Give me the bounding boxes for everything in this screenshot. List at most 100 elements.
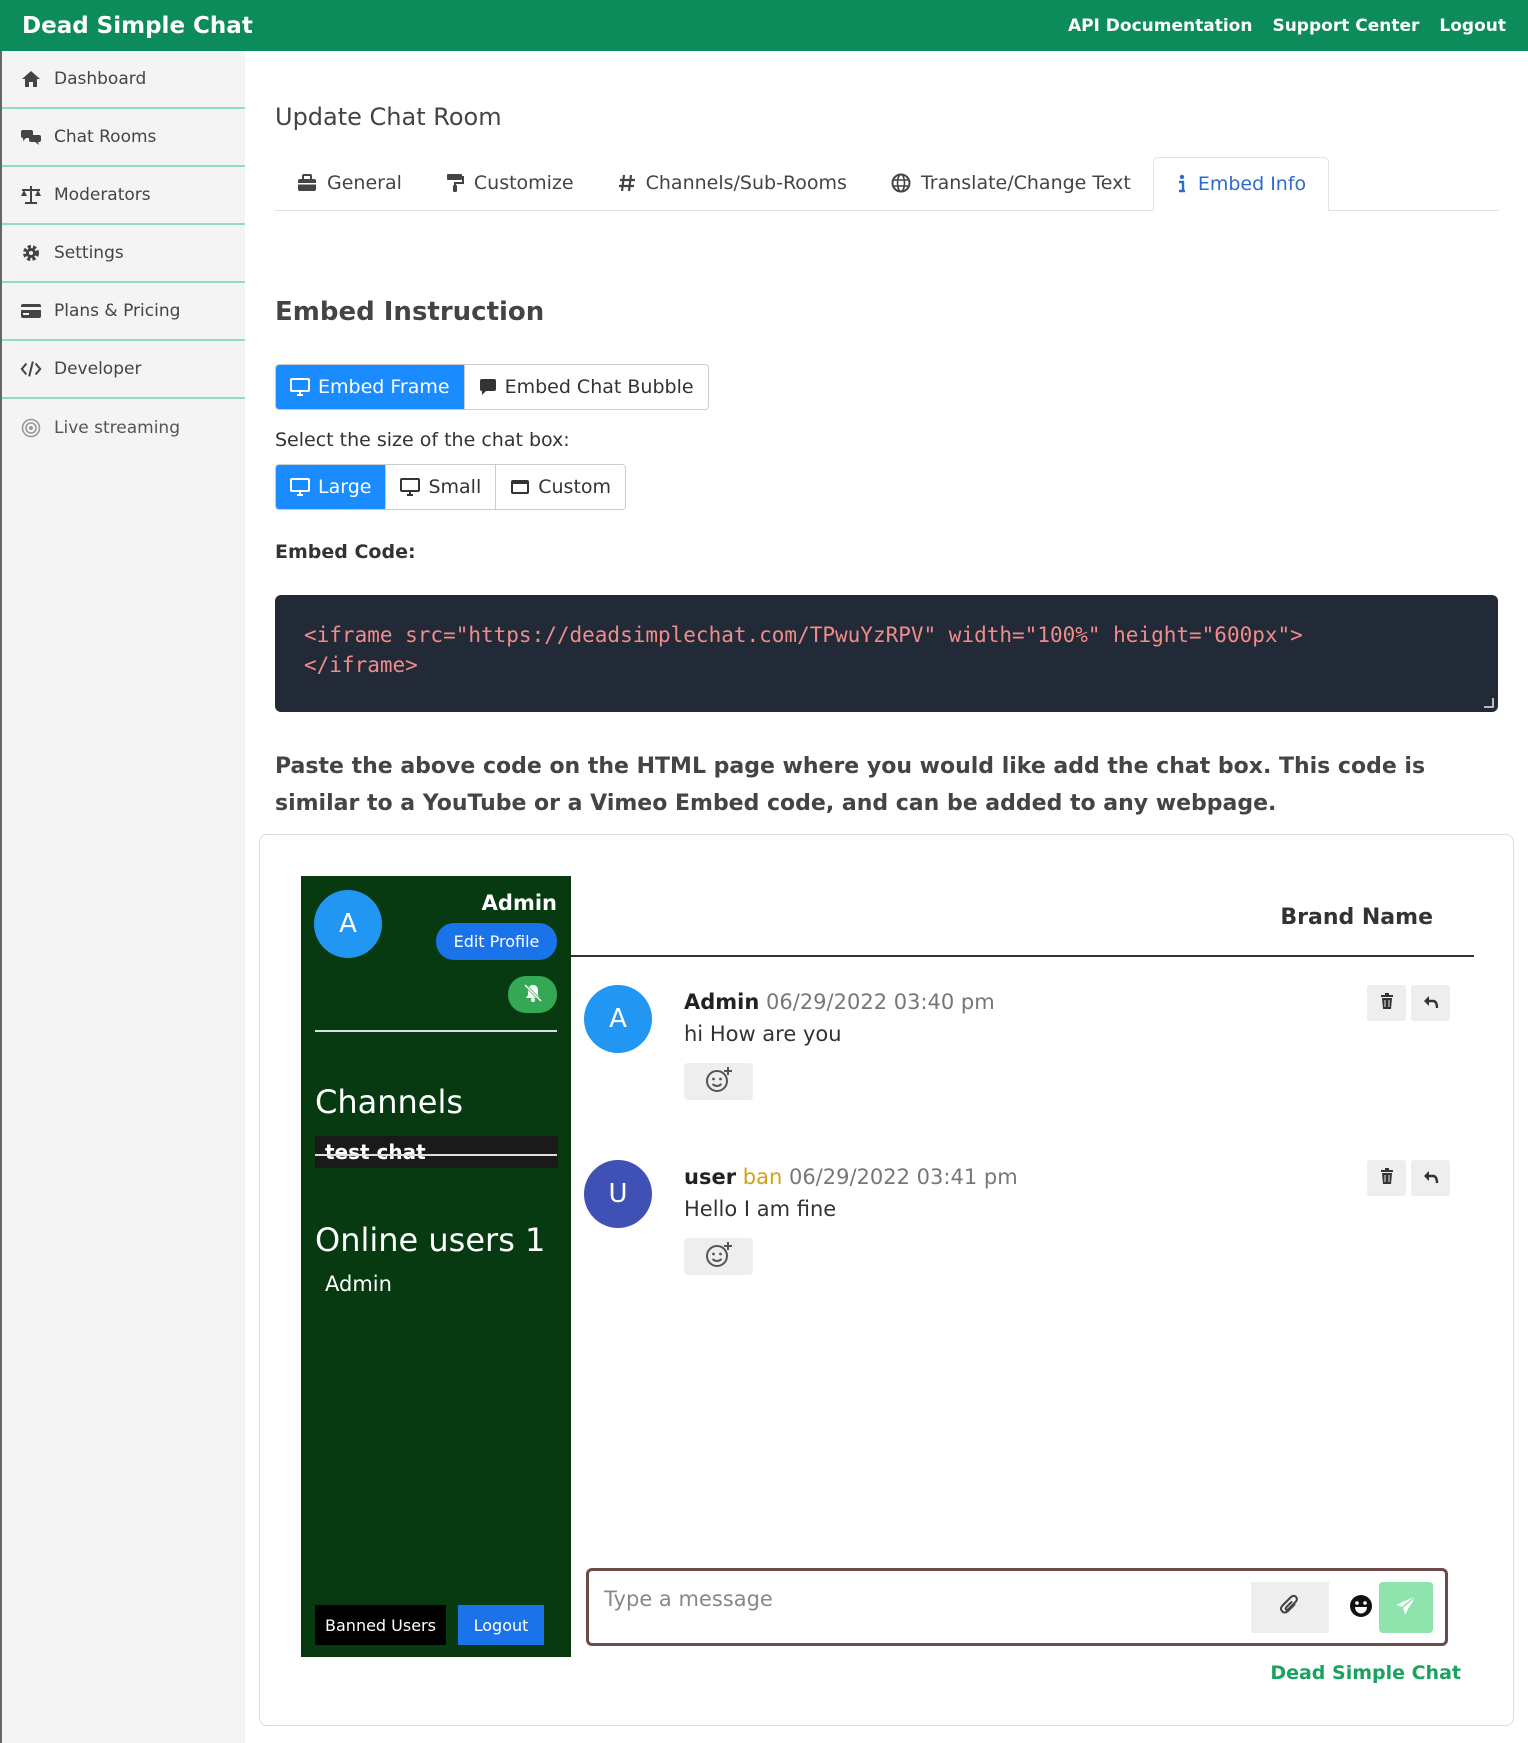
tab-general[interactable]: General	[275, 156, 424, 210]
chat-message: A Admin 06/29/2022 03:40 pm hi How are y…	[584, 985, 1450, 1105]
hashtag-icon	[618, 173, 636, 193]
attach-file-button[interactable]	[1251, 1582, 1329, 1633]
sidebar-item-plans-pricing[interactable]: Plans & Pricing	[2, 283, 245, 341]
divider	[315, 1154, 557, 1156]
powered-by-link[interactable]: Dead Simple Chat	[1270, 1662, 1461, 1684]
online-users-heading: Online users 1	[315, 1221, 546, 1259]
ban-user-link[interactable]: ban	[743, 1165, 783, 1189]
embed-chat-bubble-button[interactable]: Embed Chat Bubble	[464, 365, 708, 409]
message-header: Admin 06/29/2022 03:40 pm	[684, 990, 995, 1014]
embed-frame-label: Embed Frame	[318, 376, 450, 398]
embed-type-group: Embed Frame Embed Chat Bubble	[275, 364, 709, 410]
avatar: U	[584, 1160, 652, 1228]
embed-chat-bubble-label: Embed Chat Bubble	[504, 376, 694, 398]
api-documentation-link[interactable]: API Documentation	[1068, 16, 1253, 36]
message-composer: Type a message	[586, 1568, 1448, 1646]
page-title: Update Chat Room	[275, 103, 502, 131]
sidebar-item-moderators[interactable]: Moderators	[2, 167, 245, 225]
size-large-label: Large	[318, 476, 372, 498]
desktop-icon	[290, 478, 310, 496]
code-icon	[20, 359, 42, 379]
message-input[interactable]: Type a message	[604, 1587, 773, 1611]
globe-icon	[891, 173, 911, 193]
embed-code-textarea[interactable]: <iframe src="https://deadsimplechat.com/…	[275, 595, 1498, 712]
reply-message-button[interactable]	[1411, 1160, 1450, 1196]
message-author: user	[684, 1165, 737, 1189]
sidebar-item-label: Plans & Pricing	[54, 301, 181, 321]
sidebar-item-label: Dashboard	[54, 69, 147, 89]
comment-icon	[479, 378, 497, 396]
sidebar-item-label: Developer	[54, 359, 142, 379]
info-icon	[1176, 174, 1188, 194]
reply-message-button[interactable]	[1411, 985, 1450, 1021]
brand-logo[interactable]: Dead Simple Chat	[22, 13, 253, 39]
tab-customize[interactable]: Customize	[424, 156, 596, 210]
tab-embed-info[interactable]: Embed Info	[1152, 157, 1330, 211]
desktop-icon	[290, 378, 310, 396]
tab-label: Embed Info	[1197, 173, 1307, 195]
message-actions	[1367, 1160, 1450, 1196]
message-text: Hello I am fine	[684, 1197, 837, 1221]
trash-icon	[1380, 1168, 1394, 1188]
support-center-link[interactable]: Support Center	[1272, 16, 1419, 36]
emoji-picker-button[interactable]	[1341, 1582, 1381, 1633]
add-reaction-button[interactable]	[684, 1238, 753, 1275]
paint-roller-icon	[446, 173, 464, 193]
sidebar-item-chat-rooms[interactable]: Chat Rooms	[2, 109, 245, 167]
sidebar-item-developer[interactable]: Developer	[2, 341, 245, 399]
tab-translate[interactable]: Translate/Change Text	[869, 156, 1153, 210]
broadcast-icon	[20, 418, 42, 438]
send-message-button[interactable]	[1379, 1582, 1433, 1633]
tab-label: Translate/Change Text	[920, 172, 1131, 194]
tab-label: General	[327, 172, 402, 194]
size-custom-button[interactable]: Custom	[496, 465, 626, 509]
message-timestamp: 06/29/2022 03:40 pm	[766, 990, 995, 1014]
trash-icon	[1380, 993, 1394, 1013]
tab-channels[interactable]: Channels/Sub-Rooms	[596, 156, 869, 210]
edit-profile-button[interactable]: Edit Profile	[436, 923, 557, 960]
current-username: Admin	[481, 891, 557, 915]
avatar: A	[314, 890, 382, 958]
home-icon	[20, 69, 42, 89]
delete-message-button[interactable]	[1367, 1160, 1406, 1196]
delete-message-button[interactable]	[1367, 985, 1406, 1021]
chat-message: U user ban 06/29/2022 03:41 pm Hello I a…	[584, 1160, 1450, 1280]
comments-icon	[20, 127, 42, 147]
embed-frame-button[interactable]: Embed Frame	[276, 365, 465, 409]
tab-label: Channels/Sub-Rooms	[645, 172, 847, 194]
paste-instructions: Paste the above code on the HTML page wh…	[275, 754, 1426, 816]
banned-users-button[interactable]: Banned Users	[315, 1605, 446, 1645]
sidebar-item-settings[interactable]: Settings	[2, 225, 245, 283]
size-small-button[interactable]: Small	[386, 465, 497, 509]
sidebar-item-label: Chat Rooms	[54, 127, 157, 147]
embed-code-label: Embed Code:	[275, 541, 416, 563]
sidebar-item-label: Settings	[54, 243, 124, 263]
smile-icon	[1349, 1594, 1373, 1622]
message-author: Admin	[684, 990, 760, 1014]
embed-instruction-heading: Embed Instruction	[275, 297, 545, 327]
balance-scale-icon	[20, 185, 42, 205]
chat-sidebar: A Admin Edit Profile Channels test chat …	[301, 876, 571, 1657]
sidebar-item-live-streaming[interactable]: Live streaming	[2, 399, 245, 457]
message-text: hi How are you	[684, 1022, 842, 1046]
smile-plus-icon	[704, 1240, 734, 1274]
resize-handle[interactable]	[1484, 698, 1494, 708]
chat-logout-button[interactable]: Logout	[458, 1605, 544, 1645]
tab-label: Customize	[473, 172, 574, 194]
sidebar-item-dashboard[interactable]: Dashboard	[2, 51, 245, 109]
sidebar: Dashboard Chat Rooms Moderators Settings…	[0, 51, 245, 1743]
paper-plane-icon	[1394, 1594, 1418, 1622]
notification-toggle-button[interactable]	[508, 976, 557, 1013]
tab-bar: General Customize Channels/Sub-Rooms Tra…	[275, 157, 1499, 211]
message-header: user ban 06/29/2022 03:41 pm	[684, 1165, 1018, 1189]
size-large-button[interactable]: Large	[276, 465, 387, 509]
chat-preview-card: A Admin Edit Profile Channels test chat …	[259, 834, 1514, 1726]
top-navbar: Dead Simple Chat API Documentation Suppo…	[0, 0, 1528, 51]
bell-slash-icon	[523, 983, 543, 1007]
logout-link[interactable]: Logout	[1439, 16, 1506, 36]
channels-heading: Channels	[315, 1083, 464, 1121]
channel-item[interactable]: test chat	[315, 1136, 558, 1168]
paperclip-icon	[1279, 1594, 1300, 1621]
add-reaction-button[interactable]	[684, 1063, 753, 1100]
reply-icon	[1423, 1169, 1439, 1188]
